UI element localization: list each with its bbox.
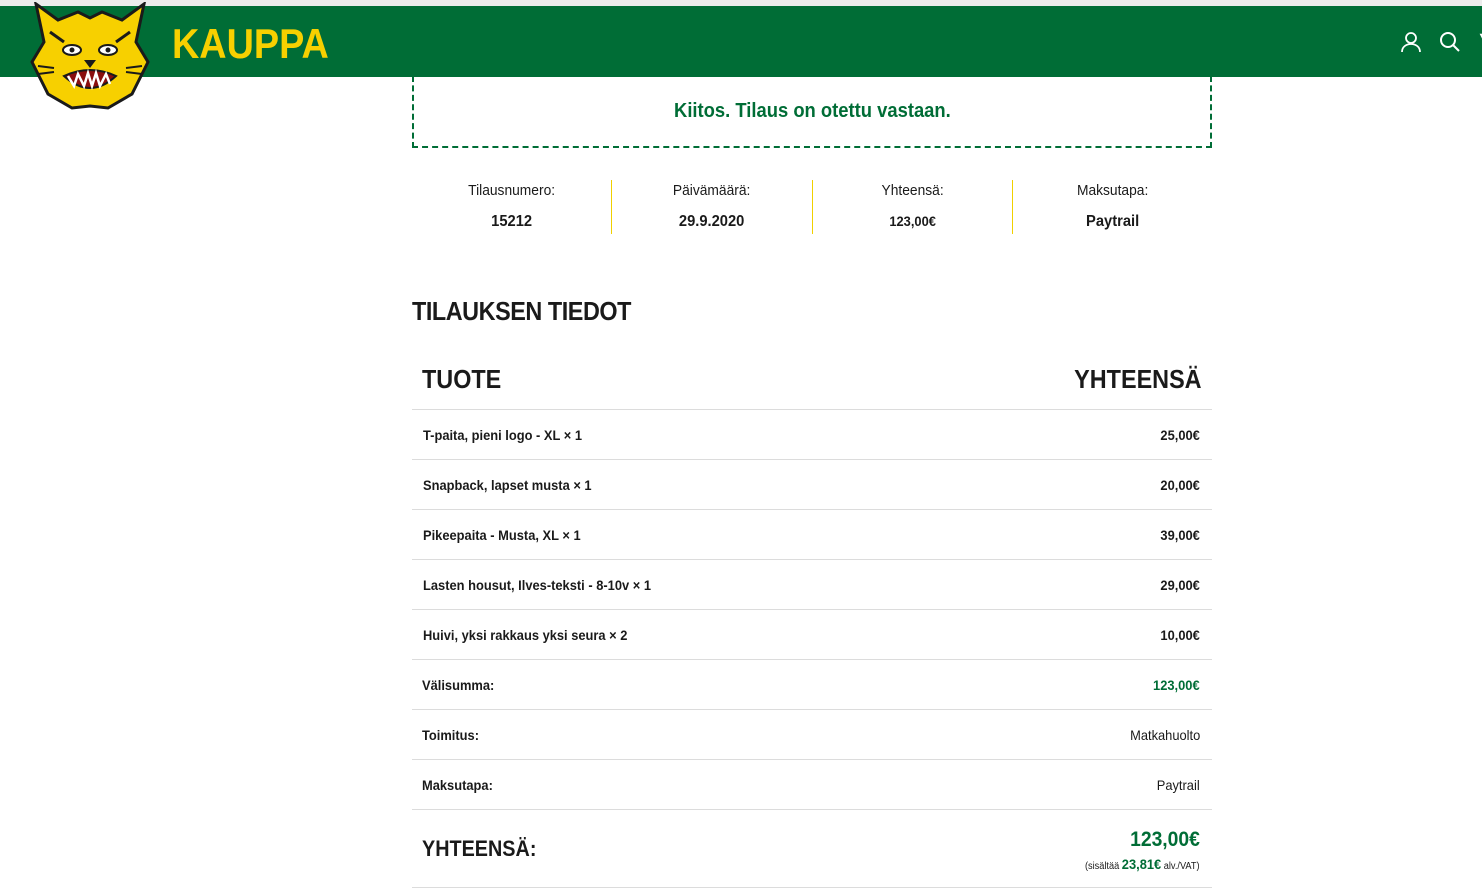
- product-cell: T-paita, pieni logo - XL × 1: [423, 427, 582, 443]
- order-summary: Tilausnumero: 15212 Päivämäärä: 29.9.202…: [412, 180, 1212, 234]
- summary-label: Tilausnumero:: [468, 182, 556, 199]
- tax-suffix: alv./VAT): [1164, 861, 1200, 872]
- cart-icon[interactable]: ▼: [1476, 28, 1482, 48]
- product-price: 29,00€: [1160, 577, 1200, 593]
- summary-label: Yhteensä:: [881, 182, 944, 199]
- table-row: T-paita, pieni logo - XL × 1 25,00€: [412, 410, 1212, 460]
- product-name[interactable]: T-paita, pieni logo - XL: [423, 427, 560, 443]
- summary-total: Yhteensä: 123,00€: [813, 180, 1013, 234]
- product-cell: Huivi, yksi rakkaus yksi seura × 2: [423, 627, 627, 643]
- table-row: Huivi, yksi rakkaus yksi seura × 2 10,00…: [412, 610, 1212, 660]
- column-header-product: TUOTE: [422, 364, 502, 394]
- product-name[interactable]: Pikeepaita - Musta, XL: [423, 527, 559, 543]
- grand-total-value: 123,00€: [1130, 828, 1200, 851]
- summary-label: Päivämäärä:: [673, 182, 751, 199]
- subtotal-label: Välisumma:: [422, 677, 495, 693]
- subtotal-row: Välisumma: 123,00€: [412, 660, 1212, 710]
- site-header: KAUPPA ▼: [0, 6, 1482, 77]
- product-price: 25,00€: [1160, 427, 1200, 443]
- product-quantity: × 1: [573, 477, 592, 493]
- summary-label: Maksutapa:: [1076, 182, 1149, 199]
- confirmation-text: Kiitos. Tilaus on otettu vastaan.: [673, 99, 951, 122]
- user-icon[interactable]: [1399, 30, 1423, 54]
- product-quantity: × 1: [632, 577, 652, 593]
- product-price: 20,00€: [1160, 477, 1200, 493]
- product-name[interactable]: Snapback, lapset musta: [423, 477, 570, 493]
- lynx-head-logo[interactable]: [28, 0, 152, 110]
- summary-value: 123,00€: [888, 213, 936, 229]
- product-name[interactable]: Huivi, yksi rakkaus yksi seura: [423, 627, 606, 643]
- product-quantity: × 1: [562, 527, 581, 543]
- table-row: Snapback, lapset musta × 1 20,00€: [412, 460, 1212, 510]
- subtotal-value: 123,00€: [1153, 677, 1200, 693]
- product-price: 10,00€: [1160, 627, 1200, 643]
- brand-title[interactable]: KAUPPA: [172, 20, 329, 68]
- tax-prefix: (sisältää: [1085, 861, 1120, 872]
- payment-method-value: Paytrail: [1157, 777, 1200, 793]
- summary-value: 29.9.2020: [679, 213, 745, 230]
- product-quantity: × 1: [563, 427, 583, 443]
- product-cell: Lasten housut, Ilves-teksti - 8-10v × 1: [423, 577, 651, 593]
- payment-method-label: Maksutapa:: [422, 777, 493, 793]
- search-icon[interactable]: [1438, 30, 1462, 54]
- shipping-value: Matkahuolto: [1129, 727, 1200, 743]
- summary-date: Päivämäärä: 29.9.2020: [612, 180, 813, 234]
- product-cell: Snapback, lapset musta × 1: [423, 477, 592, 493]
- order-confirmation-notice: Kiitos. Tilaus on otettu vastaan.: [412, 76, 1212, 148]
- product-price: 39,00€: [1160, 527, 1200, 543]
- summary-value: 15212: [491, 213, 533, 230]
- order-details-title: TILAUKSEN TIEDOT: [412, 296, 632, 326]
- grand-total-label: YHTEENSÄ:: [422, 836, 537, 861]
- tax-amount: 23,81€: [1122, 856, 1162, 872]
- column-header-total: YHTEENSÄ: [1074, 364, 1202, 394]
- summary-value: Paytrail: [1085, 213, 1139, 230]
- table-row: Lasten housut, Ilves-teksti - 8-10v × 1 …: [412, 560, 1212, 610]
- table-row: Pikeepaita - Musta, XL × 1 39,00€: [412, 510, 1212, 560]
- grand-total-row: YHTEENSÄ: 123,00€ (sisältää 23,81€ alv./…: [412, 810, 1212, 888]
- product-quantity: × 2: [609, 627, 628, 643]
- summary-payment-method: Maksutapa: Paytrail: [1013, 180, 1212, 234]
- shipping-row: Toimitus: Matkahuolto: [412, 710, 1212, 760]
- table-header: TUOTE YHTEENSÄ: [412, 350, 1212, 410]
- payment-method-row: Maksutapa: Paytrail: [412, 760, 1212, 810]
- tax-info: (sisältää 23,81€ alv./VAT): [1085, 856, 1200, 872]
- shipping-label: Toimitus:: [422, 727, 480, 743]
- product-name[interactable]: Lasten housut, Ilves-teksti - 8-10v: [423, 577, 629, 593]
- product-cell: Pikeepaita - Musta, XL × 1: [423, 527, 581, 543]
- summary-order-number: Tilausnumero: 15212: [412, 180, 613, 234]
- order-details-table: TUOTE YHTEENSÄ T-paita, pieni logo - XL …: [412, 350, 1212, 888]
